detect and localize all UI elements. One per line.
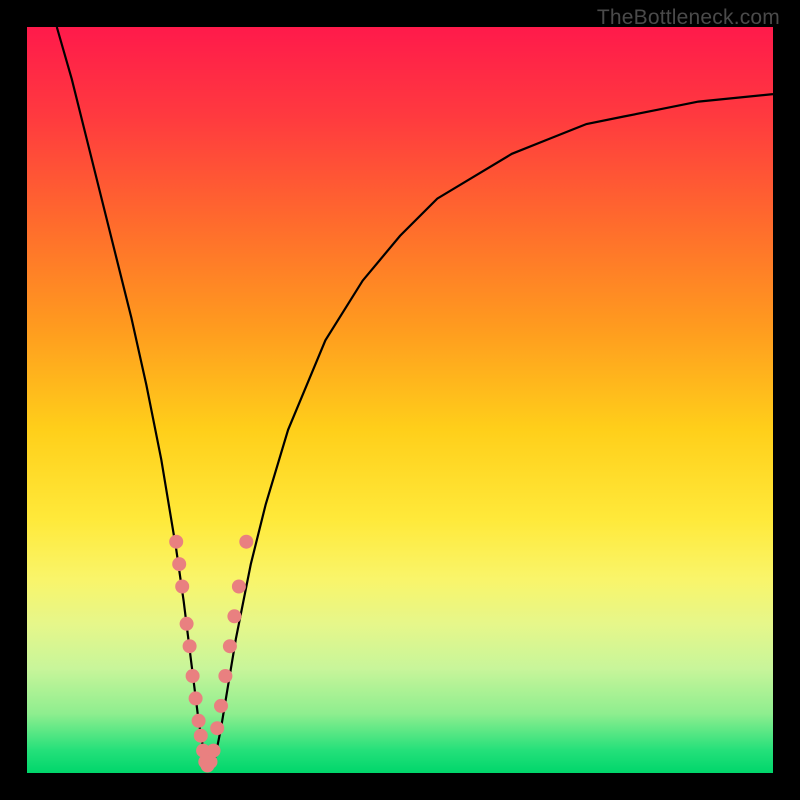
data-point <box>210 721 224 735</box>
plot-area <box>27 27 773 773</box>
data-point <box>175 580 189 594</box>
watermark-text: TheBottleneck.com <box>597 6 780 30</box>
data-point <box>207 744 221 758</box>
data-point <box>214 699 228 713</box>
data-point <box>169 535 183 549</box>
data-point <box>223 639 237 653</box>
data-point <box>194 729 208 743</box>
data-point <box>218 669 232 683</box>
data-point <box>239 535 253 549</box>
data-point <box>186 669 200 683</box>
data-point <box>180 617 194 631</box>
chart-frame: TheBottleneck.com <box>0 0 800 800</box>
bottleneck-curve <box>57 27 773 766</box>
data-point <box>189 691 203 705</box>
data-point <box>227 609 241 623</box>
data-point <box>232 580 246 594</box>
highlight-points <box>169 535 253 773</box>
data-point <box>192 714 206 728</box>
chart-svg <box>27 27 773 773</box>
data-point <box>172 557 186 571</box>
data-point <box>183 639 197 653</box>
